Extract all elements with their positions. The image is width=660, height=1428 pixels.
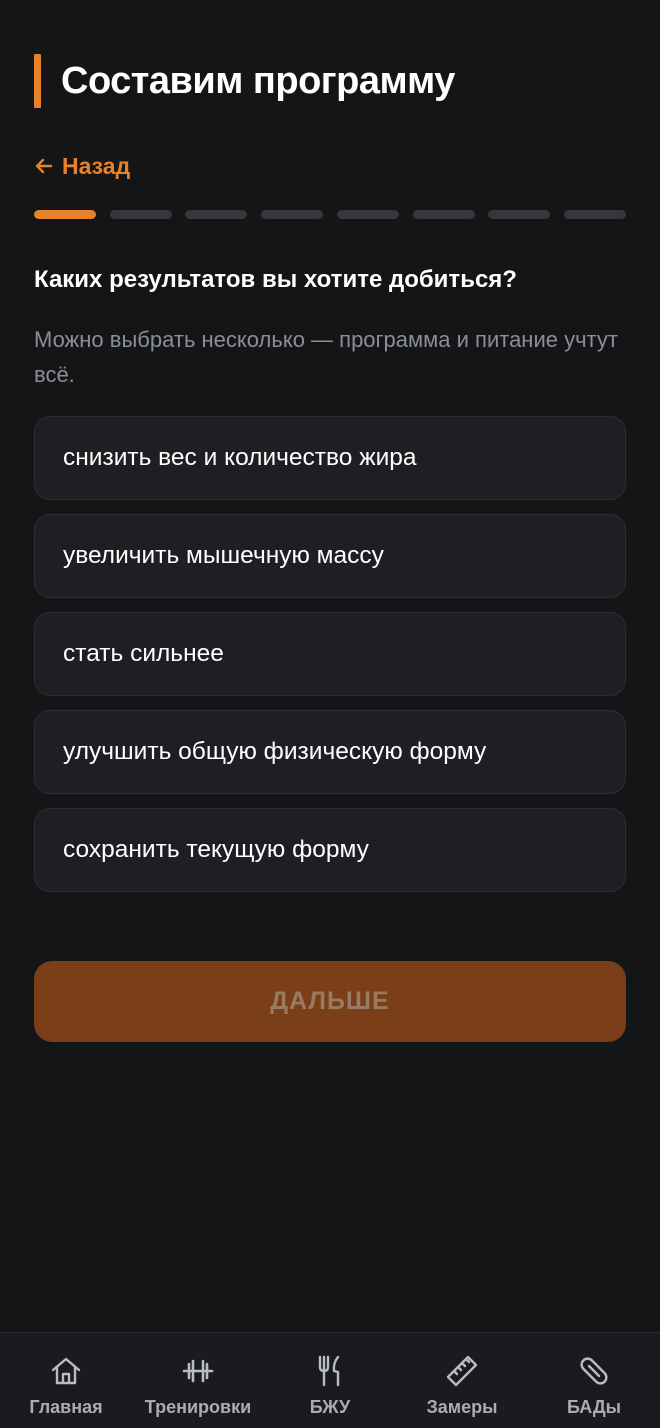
tab-workouts[interactable]: Тренировки — [132, 1333, 264, 1428]
progress-step — [34, 210, 96, 219]
question-hint: Можно выбрать несколько — программа и пи… — [34, 327, 618, 387]
arrow-left-icon — [35, 158, 53, 174]
fork-knife-icon — [318, 1355, 340, 1387]
progress-step — [563, 210, 626, 219]
next-button[interactable]: ДАЛЬШЕ — [34, 961, 626, 1042]
header: Составим программу — [34, 54, 455, 108]
goal-option[interactable]: снизить вес и количество жира — [34, 416, 626, 500]
question-title: Каких результатов вы хотите добиться? — [34, 266, 517, 293]
step-progress — [34, 210, 626, 220]
progress-step — [185, 210, 248, 219]
goal-options-list: снизить вес и количество жира увеличить … — [34, 416, 626, 906]
back-link-label: Назад — [62, 152, 131, 179]
back-link[interactable]: Назад — [34, 150, 130, 182]
tab-nutrition[interactable]: БЖУ — [264, 1333, 396, 1428]
pill-icon — [580, 1357, 608, 1385]
progress-step — [336, 210, 399, 219]
title-accent-bar — [34, 54, 41, 108]
tab-label: БАДы — [566, 1397, 622, 1417]
tab-label: БЖУ — [309, 1397, 351, 1417]
goal-option[interactable]: сохранить текущую форму — [34, 808, 626, 892]
progress-step — [488, 210, 551, 219]
home-icon — [51, 1357, 81, 1385]
progress-step — [412, 210, 475, 219]
tab-home[interactable]: Главная — [0, 1333, 132, 1428]
goal-option[interactable]: стать сильнее — [34, 612, 626, 696]
progress-step — [261, 210, 324, 219]
page-title: Составим программу — [61, 59, 455, 102]
tab-measurements[interactable]: Замеры — [396, 1333, 528, 1428]
goal-option[interactable]: улучшить общую физическую форму — [34, 710, 626, 794]
tab-supplements[interactable]: БАДы — [528, 1333, 660, 1428]
ruler-icon — [446, 1355, 478, 1387]
progress-step — [109, 210, 172, 219]
bottom-tab-bar: Главная Тренировки БЖУ Замеры БАДы — [0, 1332, 660, 1428]
tab-label: Замеры — [426, 1397, 498, 1417]
tab-label: Тренировки — [144, 1397, 252, 1417]
dumbbell-icon — [182, 1359, 214, 1383]
tab-label: Главная — [29, 1397, 103, 1417]
goal-option[interactable]: увеличить мышечную массу — [34, 514, 626, 598]
